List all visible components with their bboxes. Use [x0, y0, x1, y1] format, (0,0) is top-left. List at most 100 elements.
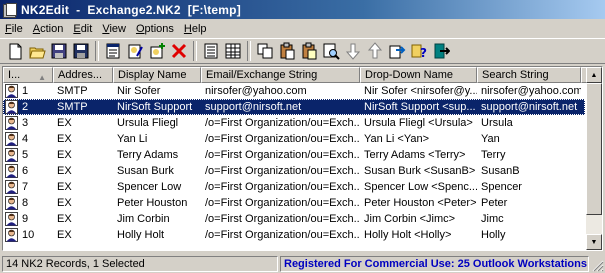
menu-options[interactable]: Options [131, 23, 179, 35]
menu-file[interactable]: File [0, 23, 28, 35]
column-header-label: Drop-Down Name [365, 69, 454, 81]
save-icon [51, 43, 67, 59]
display-cell: Terry Adams [117, 149, 179, 161]
export-icon [389, 45, 406, 59]
move-up-icon [367, 42, 383, 59]
display-cell: Peter Houston [117, 197, 188, 209]
table-row[interactable]: 7 EX Spencer Low/o=First Organization/ou=E… [3, 179, 585, 195]
save-button[interactable] [48, 40, 70, 62]
contact-person-icon [5, 100, 18, 114]
move-up-button[interactable] [364, 40, 386, 62]
title-bar[interactable]: NK2Edit - Exchange2.NK2 [F:\temp] [0, 0, 605, 19]
add-record-icon [150, 43, 165, 59]
move-down-button[interactable] [342, 40, 364, 62]
exit-button[interactable] [430, 40, 452, 62]
records-list[interactable]: I... ▲ Addres... Display Name Email/Exchange… [2, 66, 603, 251]
column-header-4[interactable]: Drop-Down Name [360, 67, 477, 83]
column-header-0[interactable]: I... ▲ [3, 67, 53, 83]
email-cell: support@nirsoft.net [205, 101, 302, 113]
delete-icon [171, 43, 187, 59]
email-cell: /o=First Organization/ou=Exch... [205, 133, 360, 145]
grid-view-button[interactable] [222, 40, 244, 62]
email-cell: /o=First Organization/ou=Exch... [205, 213, 360, 225]
column-header-label: Search String [482, 69, 549, 81]
new-file-button[interactable] [4, 40, 26, 62]
delete-button[interactable] [168, 40, 190, 62]
column-header-5[interactable]: Search String [477, 67, 581, 83]
display-cell: Jim Corbin [117, 213, 170, 225]
vertical-scrollbar[interactable]: ▲ ▼ [586, 67, 602, 250]
help-button[interactable]: ? [408, 40, 430, 62]
contact-person-icon [5, 148, 18, 162]
exit-icon [434, 43, 450, 59]
search-cell: Holly [481, 229, 506, 241]
dropdown-cell: Jim Corbin <Jimc> [364, 213, 456, 225]
menu-view[interactable]: View [97, 23, 131, 35]
email-cell: /o=First Organization/ou=Exch... [205, 229, 360, 241]
menu-help[interactable]: Help [179, 23, 212, 35]
status-bar: 14 NK2 Records, 1 Selected Registered Fo… [0, 254, 605, 273]
table-row[interactable]: 2 SMTP NirSoft Support support@nirsoft.net N… [3, 99, 585, 115]
paste-special-button[interactable] [298, 40, 320, 62]
svg-text:?: ? [420, 46, 427, 60]
save-as-button[interactable] [70, 40, 92, 62]
new-file-icon [9, 43, 22, 60]
edit-record-button[interactable] [124, 40, 146, 62]
display-cell: Holly Holt [117, 229, 165, 241]
table-row[interactable]: 10 EX Holly Holt/o=First Organization/ou=E… [3, 227, 585, 243]
search-cell: support@nirsoft.net [481, 101, 578, 113]
scroll-down-button[interactable]: ▼ [586, 234, 602, 250]
status-records: 14 NK2 Records, 1 Selected [2, 255, 278, 272]
index-cell: 10 [3, 227, 53, 243]
menu-action[interactable]: Action [28, 23, 69, 35]
column-header-2[interactable]: Display Name [113, 67, 201, 83]
app-window: NK2Edit - Exchange2.NK2 [F:\temp] File Ac… [0, 0, 605, 273]
small-view-button[interactable] [200, 40, 222, 62]
table-row[interactable]: 5 EX Terry Adams/o=First Organization/ou=E… [3, 147, 585, 163]
table-row[interactable]: 3 EX Ursula Fliegl/o=First Organization/ou… [3, 115, 585, 131]
open-folder-icon [29, 47, 46, 59]
resize-grip-icon[interactable] [592, 260, 604, 272]
index-cell: 4 [3, 131, 53, 147]
index-cell: 6 [3, 163, 53, 179]
type-cell: EX [57, 213, 72, 225]
table-row[interactable]: 8 EX Peter Houston/o=First Organization/ou… [3, 195, 585, 211]
export-button[interactable] [386, 40, 408, 62]
toolbar-separator [193, 41, 197, 61]
find-icon [323, 43, 340, 60]
column-header-row: I... ▲ Addres... Display Name Email/Exchange… [3, 67, 601, 83]
display-cell: Susan Burk [117, 165, 174, 177]
column-header-3[interactable]: Email/Exchange String [201, 67, 360, 83]
menu-edit[interactable]: Edit [68, 23, 97, 35]
type-cell: EX [57, 181, 72, 193]
type-cell: EX [57, 197, 72, 209]
add-record-button[interactable] [146, 40, 168, 62]
dropdown-cell: Peter Houston <Peter> [364, 197, 477, 209]
status-license: Registered For Commercial Use: 25 Outloo… [280, 255, 589, 272]
toolbar-separator [95, 41, 99, 61]
help-icon: ? [411, 44, 427, 60]
email-cell: /o=First Organization/ou=Exch... [205, 197, 360, 209]
table-row[interactable]: 6 EX Susan Burk/o=First Organization/ou=Ex… [3, 163, 585, 179]
email-cell: /o=First Organization/ou=Exch... [205, 117, 360, 129]
type-cell: EX [57, 149, 72, 161]
dropdown-cell: Spencer Low <Spenc... [364, 181, 477, 193]
scroll-thumb[interactable] [586, 83, 602, 215]
dropdown-cell: Yan Li <Yan> [364, 133, 430, 145]
display-cell: NirSoft Support [117, 101, 193, 113]
paste-button[interactable] [276, 40, 298, 62]
table-row[interactable]: 9 EX Jim Corbin/o=First Organization/ou=Ex… [3, 211, 585, 227]
menu-bar: File Action Edit View Options Help [0, 20, 605, 37]
open-folder-button[interactable] [26, 40, 48, 62]
type-cell: SMTP [57, 85, 88, 97]
table-row[interactable]: 1 SMTP Nir Sofer nirsofer@yahoo.com Nir Sofe… [3, 83, 585, 99]
find-button[interactable] [320, 40, 342, 62]
table-row[interactable]: 4 EX Yan Li/o=First Organization/ou=Exch..… [3, 131, 585, 147]
scroll-up-button[interactable]: ▲ [586, 67, 602, 83]
display-cell: Yan Li [117, 133, 148, 145]
search-cell: Spencer [481, 181, 522, 193]
copy-button[interactable] [254, 40, 276, 62]
column-header-1[interactable]: Addres... [53, 67, 113, 83]
sort-ascending-icon: ▲ [38, 73, 46, 82]
properties-button[interactable] [102, 40, 124, 62]
